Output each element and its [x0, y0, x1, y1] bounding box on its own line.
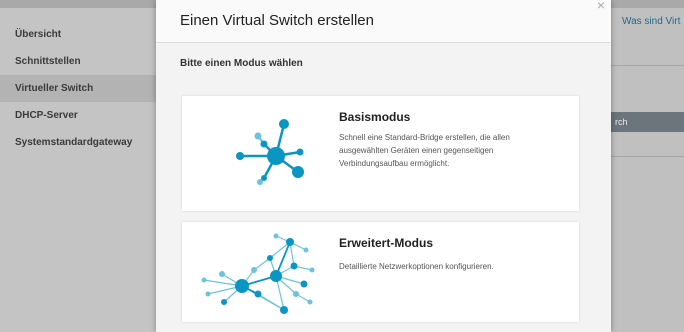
close-icon[interactable]: × [597, 0, 605, 13]
dialog-title: Einen Virtual Switch erstellen [180, 12, 374, 29]
basic-mode-title: Basismodus [339, 110, 411, 124]
sidebar-item-overview[interactable]: Übersicht [0, 21, 156, 48]
advanced-mode-card[interactable]: Erweitert-Modus Detaillierte Netzwerkopt… [182, 222, 579, 322]
advanced-mode-title: Erweitert-Modus [339, 236, 434, 250]
simple-network-icon [236, 119, 304, 185]
complex-network-icon [201, 233, 315, 314]
mode-prompt: Bitte einen Modus wählen [180, 58, 303, 69]
dialog-header: Einen Virtual Switch erstellen × [156, 0, 611, 43]
create-virtual-switch-dialog: Einen Virtual Switch erstellen × Bitte e… [156, 0, 611, 332]
background-content: Was sind Virt rch [611, 8, 684, 332]
divider [611, 156, 684, 157]
sidebar: Übersicht Schnittstellen Virtueller Swit… [0, 8, 156, 332]
sidebar-item-default-gateway[interactable]: Systemstandardgateway [0, 129, 156, 156]
basic-mode-card[interactable]: Basismodus Schnell eine Standard-Bridge … [182, 96, 579, 211]
help-link[interactable]: Was sind Virt [622, 16, 680, 27]
search-button[interactable]: rch [611, 112, 684, 132]
sidebar-item-dhcp-server[interactable]: DHCP-Server [0, 102, 156, 129]
advanced-mode-description: Detaillierte Netzwerkoptionen konfigurie… [339, 262, 494, 271]
sidebar-item-virtual-switch[interactable]: Virtueller Switch [0, 75, 156, 102]
sidebar-item-interfaces[interactable]: Schnittstellen [0, 48, 156, 75]
divider [611, 65, 684, 66]
basic-mode-description: Schnell eine Standard-Bridge erstellen, … [339, 133, 510, 168]
